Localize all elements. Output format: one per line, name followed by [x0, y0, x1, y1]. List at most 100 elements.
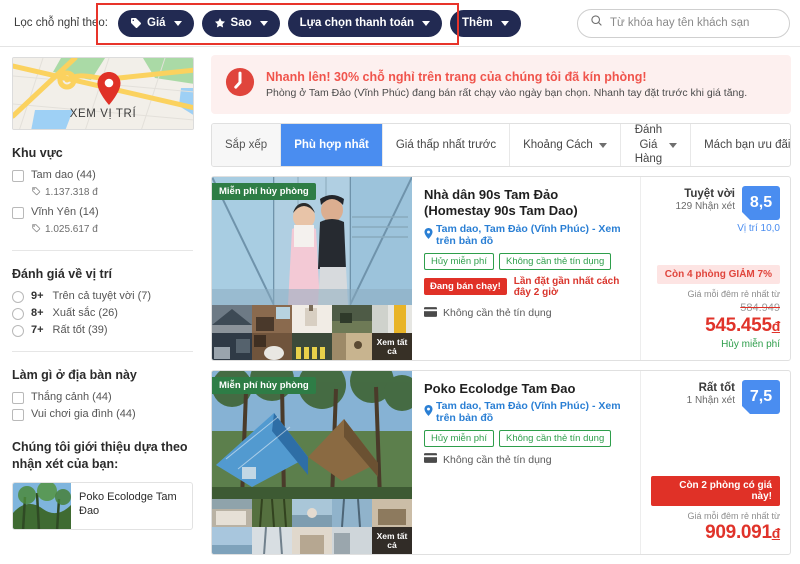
hotel-gallery: Miễn phí hủy phòng Xem tất cả [212, 177, 412, 360]
filter-toolbar-label: Lọc chỗ nghỉ theo: [14, 17, 108, 29]
urgency-alert-text: Nhanh lên! 30% chỗ nghỉ trên trang của c… [266, 70, 747, 99]
sidebar-filter-vinhyen[interactable]: Vĩnh Yên (14) [12, 206, 193, 219]
filter-pill-payment[interactable]: Lựa chọn thanh toán [287, 9, 443, 37]
hotel-thumbnail-seeall[interactable]: Xem tất cả [372, 527, 412, 554]
hotel-name[interactable]: Nhà dân 90s Tam Đảo (Homestay 90s Tam Da… [424, 187, 628, 220]
sidebar-filter-scenery[interactable]: Thắng cảnh (44) [12, 391, 193, 404]
sort-tab-best-match[interactable]: Phù hợp nhất [281, 124, 383, 166]
hotel-thumbnail[interactable] [252, 305, 292, 333]
sidebar-filter-tamdao-price-value: 1.137.318 đ [45, 187, 98, 198]
hotel-thumbnail-strip: Xem tất cả [212, 499, 412, 554]
free-cancel-ribbon: Miễn phí hủy phòng [212, 377, 316, 394]
radio-icon[interactable] [12, 291, 24, 303]
results-main: Nhanh lên! 30% chỗ nghỉ trên trang của c… [205, 47, 800, 564]
search-input[interactable] [610, 17, 777, 29]
currency-symbol: đ [771, 525, 781, 541]
radio-icon[interactable] [12, 325, 24, 337]
hotel-thumbnail[interactable] [292, 499, 332, 527]
sidebar-filter-tamdao-price: 1.137.318 đ [31, 186, 193, 199]
hotel-review-count: 129 Nhận xét [675, 201, 736, 212]
sort-tab-deals[interactable]: Mách bạn ưu đãi [691, 124, 790, 166]
hotel-thumbnail[interactable] [332, 527, 372, 554]
sidebar-filter-tamdao[interactable]: Tam dao (44) [12, 169, 193, 182]
sidebar-filter-score-8plus[interactable]: 8+ Xuất sắc (26) [12, 307, 193, 320]
hotel-thumbnail[interactable] [252, 499, 292, 527]
hotel-tag-row: Hủy miễn phí Không cần thẻ tín dụng [424, 430, 628, 448]
hotel-price-current: 909.091đ [651, 522, 780, 544]
see-all-photos-label[interactable]: Xem tất cả [372, 333, 412, 360]
tag-icon [130, 17, 142, 29]
hotel-thumbnail-seeall[interactable]: Xem tất cả [372, 333, 412, 360]
checkbox-icon[interactable] [12, 409, 24, 421]
filter-pill-more[interactable]: Thêm [450, 9, 521, 37]
filter-pill-star[interactable]: Sao [201, 9, 280, 37]
tag-icon [31, 186, 41, 199]
hotel-rating-text: Tuyệt vời 129 Nhận xét [676, 186, 736, 212]
sidebar-filter-scenery-label: Thắng cảnh (44) [31, 391, 112, 403]
radio-icon[interactable] [12, 308, 24, 320]
search-icon [590, 14, 603, 32]
hotel-thumbnail[interactable] [372, 305, 412, 333]
sidebar-filter-family-fun-label: Vui chơi gia đình (44) [31, 408, 136, 420]
hotel-thumbnail[interactable] [252, 333, 292, 360]
chevron-down-icon [173, 20, 182, 26]
filter-pill-more-label: Thêm [462, 17, 493, 29]
sidebar-filter-family-fun[interactable]: Vui chơi gia đình (44) [12, 408, 193, 421]
sidebar-divider [12, 250, 193, 251]
sidebar-recommendation-image [13, 482, 71, 529]
sidebar-recommendation-card[interactable]: Poko Ecolodge Tam Đao [12, 481, 193, 530]
hotel-rating-text: Rất tốt 1 Nhận xét [687, 380, 735, 406]
hotel-thumbnail[interactable] [332, 499, 372, 527]
hotel-thumbnail[interactable] [292, 333, 332, 360]
hotel-tag-row: Hủy miễn phí Không cần thẻ tín dụng [424, 252, 628, 270]
sidebar-section-title-things-to-do: Làm gì ở địa bàn này [12, 368, 137, 382]
chevron-down-icon [598, 142, 607, 148]
urgency-alert-headline: Nhanh lên! 30% chỗ nghỉ trên trang của c… [266, 70, 647, 84]
chevron-down-icon [422, 20, 431, 26]
see-all-photos-label[interactable]: Xem tất cả [372, 527, 412, 554]
credit-card-icon [424, 306, 437, 320]
sidebar-filter-score-7plus[interactable]: 7+ Rất tốt (39) [12, 324, 193, 337]
hotel-thumbnail[interactable] [252, 527, 292, 554]
sidebar-filter-score-9plus-score: 9+ [31, 290, 44, 302]
sort-tab-top-rated[interactable]: Được Đánh Giá Hàng Đầu [621, 124, 692, 166]
status-badge: 8,5 [742, 186, 780, 220]
hotel-thumbnail[interactable] [292, 527, 332, 554]
map-thumbnail[interactable]: XEM VỊ TRÍ [12, 57, 194, 130]
hotel-thumbnail[interactable] [332, 333, 372, 360]
hotel-thumbnail[interactable] [212, 305, 252, 333]
hotel-name[interactable]: Poko Ecolodge Tam Đao [424, 381, 628, 397]
urgency-alert: Nhanh lên! 30% chỗ nghỉ trên trang của c… [211, 55, 791, 114]
hotel-card[interactable]: Miễn phí hủy phòng [211, 176, 791, 361]
sidebar-filter-score-7plus-label: Rất tốt (39) [52, 324, 108, 336]
hotel-location[interactable]: Tam dao, Tam Đảo (Vĩnh Phúc) - Xem trên … [424, 400, 628, 424]
chevron-down-icon [259, 20, 268, 26]
status-badge: 7,5 [742, 380, 780, 414]
hotel-location[interactable]: Tam dao, Tam Đảo (Vĩnh Phúc) - Xem trên … [424, 223, 628, 247]
hotel-thumbnail[interactable] [212, 527, 252, 554]
sidebar-filter-score-9plus[interactable]: 9+ Trên cả tuyệt vời (7) [12, 290, 193, 303]
sort-tab-distance[interactable]: Khoảng Cách [510, 124, 621, 166]
hotel-thumbnail[interactable] [332, 305, 372, 333]
hotel-no-card-text: Không cần thẻ tín dụng [443, 307, 552, 319]
hotel-thumbnail[interactable] [212, 499, 252, 527]
hotel-rating-block: Tuyệt vời 129 Nhận xét 8,5 [676, 186, 781, 220]
last-booking-note: Lần đặt gần nhất cách đây 2 giờ [513, 275, 620, 298]
sidebar-filter-vinhyen-price-value: 1.025.617 đ [45, 224, 98, 235]
sort-tab-lowest-price[interactable]: Giá thấp nhất trước [383, 124, 511, 166]
hotel-thumbnail[interactable] [212, 333, 252, 360]
tag-free-cancel: Hủy miễn phí [424, 430, 494, 448]
hotel-no-card-text: Không cần thẻ tín dụng [443, 453, 552, 466]
filter-pill-price[interactable]: Giá [118, 9, 194, 37]
checkbox-icon[interactable] [12, 170, 24, 182]
hotel-gallery: Miễn phí hủy phòng Xem tất cả [212, 371, 412, 554]
search-box[interactable] [577, 8, 790, 38]
hotel-thumbnail[interactable] [292, 305, 332, 333]
filter-pill-star-label: Sao [230, 17, 252, 29]
tag-no-credit-card: Không cần thẻ tín dụng [498, 252, 612, 270]
checkbox-icon[interactable] [12, 207, 24, 219]
hotel-card[interactable]: Miễn phí hủy phòng [211, 370, 791, 555]
hotel-thumbnail[interactable] [372, 499, 412, 527]
hotel-price-block: Còn 2 phòng có giá này! Giá mỗi đêm rẻ n… [651, 476, 780, 544]
checkbox-icon[interactable] [12, 392, 24, 404]
